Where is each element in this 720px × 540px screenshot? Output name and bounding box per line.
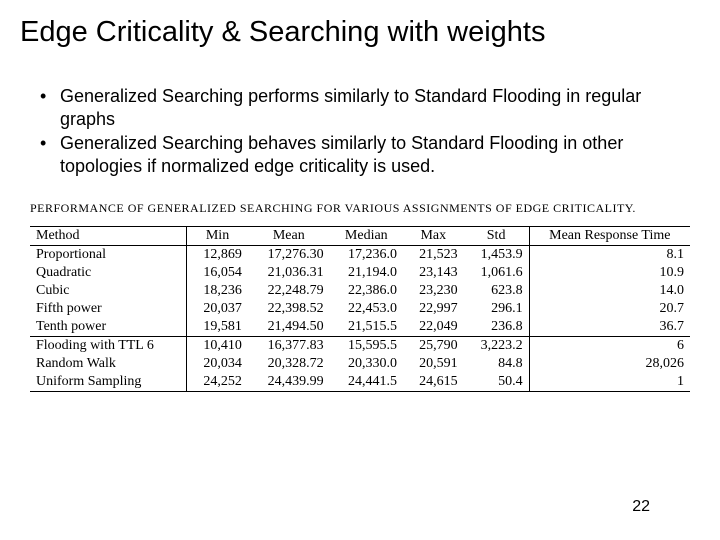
col-mrt: Mean Response Time (529, 227, 690, 246)
table-header-row: Method Min Mean Median Max Std Mean Resp… (30, 227, 690, 246)
bullet-item: Generalized Searching behaves similarly … (40, 132, 700, 177)
table-caption: PERFORMANCE OF GENERALIZED SEARCHING FOR… (30, 201, 700, 216)
page-number: 22 (632, 498, 650, 516)
col-max: Max (403, 227, 464, 246)
col-median: Median (330, 227, 403, 246)
performance-table: Method Min Mean Median Max Std Mean Resp… (30, 226, 690, 392)
bullet-item: Generalized Searching performs similarly… (40, 85, 700, 130)
col-std: Std (464, 227, 529, 246)
table-row: Random Walk 20,034 20,328.72 20,330.0 20… (30, 355, 690, 373)
bullet-list: Generalized Searching performs similarly… (40, 85, 700, 177)
table-row: Uniform Sampling 24,252 24,439.99 24,441… (30, 373, 690, 392)
col-mean: Mean (248, 227, 330, 246)
table-row: Quadratic 16,054 21,036.31 21,194.0 23,1… (30, 264, 690, 282)
table-row: Flooding with TTL 6 10,410 16,377.83 15,… (30, 337, 690, 356)
col-min: Min (187, 227, 248, 246)
table-row: Cubic 18,236 22,248.79 22,386.0 23,230 6… (30, 282, 690, 300)
table-row: Tenth power 19,581 21,494.50 21,515.5 22… (30, 318, 690, 337)
table-row: Fifth power 20,037 22,398.52 22,453.0 22… (30, 300, 690, 318)
table-row: Proportional 12,869 17,276.30 17,236.0 2… (30, 246, 690, 265)
col-method: Method (30, 227, 187, 246)
slide-title: Edge Criticality & Searching with weight… (20, 16, 700, 49)
